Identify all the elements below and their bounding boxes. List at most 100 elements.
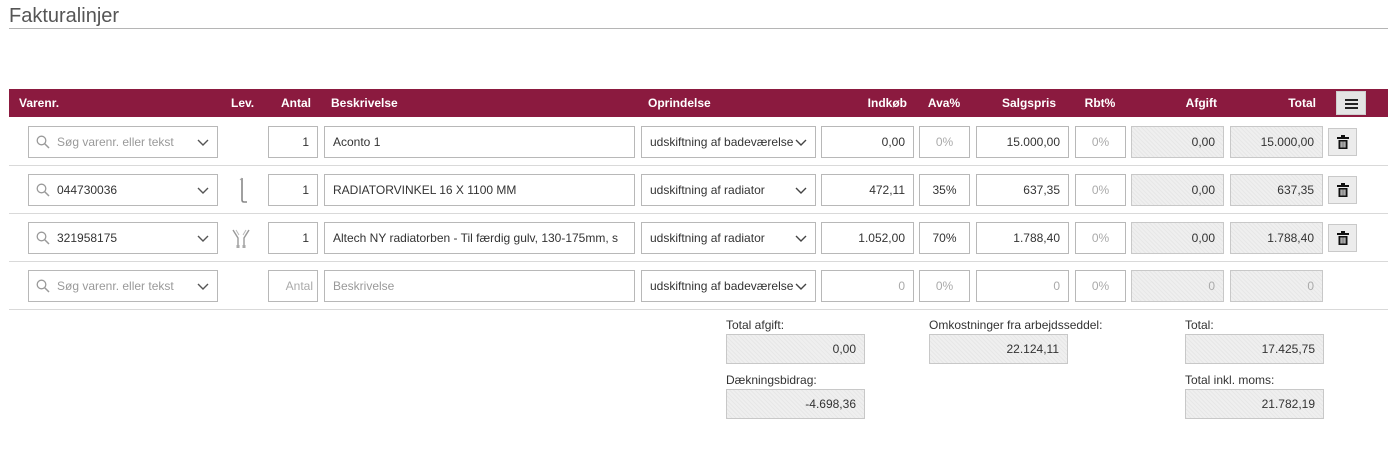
table-row: 044730036 1 RADIATORVINKEL 16 X 1100 MM …: [9, 166, 1388, 214]
trash-icon: [1337, 231, 1349, 245]
total-value: 1.788,40: [1230, 222, 1323, 254]
total-value: 637,35: [1230, 174, 1323, 206]
search-icon: [36, 135, 50, 149]
daekningsbidrag-value: -4.698,36: [726, 389, 865, 419]
radiator-bracket-image: [239, 177, 247, 203]
oprindelse-value: udskiftning af badeværelse: [650, 279, 794, 293]
trash-icon: [1337, 135, 1349, 149]
column-header-rbt[interactable]: Rbt%: [1075, 89, 1125, 117]
salgspris-input[interactable]: 637,35: [976, 174, 1069, 206]
indkob-input[interactable]: 0: [821, 270, 914, 302]
table-header: Varenr. Lev. Antal Beskrivelse Oprindels…: [9, 89, 1388, 117]
antal-input[interactable]: 1: [268, 126, 318, 158]
beskrivelse-input[interactable]: Beskrivelse: [324, 270, 635, 302]
column-header-salgspris[interactable]: Salgspris: [976, 89, 1056, 117]
hamburger-menu-icon[interactable]: [1336, 91, 1366, 115]
search-icon: [36, 231, 50, 245]
indkob-input[interactable]: 472,11: [821, 174, 914, 206]
indkob-input[interactable]: 1.052,00: [821, 222, 914, 254]
ava-input[interactable]: 35%: [919, 174, 970, 206]
column-header-antal[interactable]: Antal: [281, 89, 311, 117]
total-afgift-label: Total afgift:: [726, 318, 785, 332]
ava-input[interactable]: 0%: [919, 270, 970, 302]
total-afgift-value: 0,00: [726, 334, 865, 364]
chevron-down-icon: [795, 235, 807, 242]
afgift-value: 0,00: [1131, 174, 1224, 206]
new-line-row: Søg varenr. eller tekst Antal Beskrivels…: [9, 262, 1388, 310]
oprindelse-select[interactable]: udskiftning af badeværelse: [641, 126, 816, 158]
antal-input[interactable]: Antal: [268, 270, 318, 302]
chevron-down-icon: [795, 139, 807, 146]
rbt-input[interactable]: 0%: [1075, 222, 1126, 254]
varenr-search-input[interactable]: 321958175: [28, 222, 189, 254]
rbt-input[interactable]: 0%: [1075, 174, 1126, 206]
search-icon: [36, 279, 50, 293]
varenr-placeholder: Søg varenr. eller tekst: [57, 135, 174, 149]
varenr-dropdown-button[interactable]: [188, 270, 218, 302]
table-row: Søg varenr. eller tekst 1 Aconto 1 udski…: [9, 118, 1388, 166]
oprindelse-value: udskiftning af badeværelse: [650, 135, 794, 149]
column-header-indkob[interactable]: Indkøb: [821, 89, 907, 117]
chevron-down-icon: [197, 139, 209, 146]
delete-row-button[interactable]: [1328, 128, 1357, 156]
column-header-varenr[interactable]: Varenr.: [19, 89, 59, 117]
varenr-search-input[interactable]: Søg varenr. eller tekst: [28, 126, 189, 158]
varenr-dropdown-button[interactable]: [188, 126, 218, 158]
beskrivelse-input[interactable]: Altech NY radiatorben - Til færdig gulv,…: [324, 222, 635, 254]
antal-input[interactable]: 1: [268, 174, 318, 206]
column-header-total[interactable]: Total: [1230, 89, 1316, 117]
omkostninger-value: 22.124,11: [929, 334, 1068, 364]
varenr-value: 044730036: [57, 183, 118, 197]
omkostninger-label: Omkostninger fra arbejdsseddel:: [929, 318, 1103, 332]
varenr-search-input[interactable]: 044730036: [28, 174, 189, 206]
total-inkl-moms-label: Total inkl. moms:: [1185, 373, 1275, 387]
column-header-beskrivelse[interactable]: Beskrivelse: [331, 89, 398, 117]
column-header-afgift[interactable]: Afgift: [1131, 89, 1217, 117]
column-header-oprindelse[interactable]: Oprindelse: [648, 89, 711, 117]
oprindelse-select[interactable]: udskiftning af radiator: [641, 174, 816, 206]
indkob-input[interactable]: 0,00: [821, 126, 914, 158]
chevron-down-icon: [197, 235, 209, 242]
daekningsbidrag-label: Dækningsbidrag:: [726, 373, 817, 387]
oprindelse-select[interactable]: udskiftning af badeværelse: [641, 270, 816, 302]
title-divider: [9, 28, 1388, 29]
salgspris-input[interactable]: 1.788,40: [976, 222, 1069, 254]
column-header-lev[interactable]: Lev.: [231, 89, 254, 117]
varenr-dropdown-button[interactable]: [188, 222, 218, 254]
chevron-down-icon: [795, 187, 807, 194]
afgift-value: 0,00: [1131, 222, 1224, 254]
delete-row-button[interactable]: [1328, 176, 1357, 204]
total-value-summary: 17.425,75: [1185, 334, 1324, 364]
total-inkl-moms-value: 21.782,19: [1185, 389, 1324, 419]
beskrivelse-input[interactable]: Aconto 1: [324, 126, 635, 158]
total-value: 15.000,00: [1230, 126, 1323, 158]
chevron-down-icon: [795, 283, 807, 290]
varenr-placeholder: Søg varenr. eller tekst: [57, 279, 174, 293]
total-value: 0: [1230, 270, 1323, 302]
rbt-input[interactable]: 0%: [1075, 126, 1126, 158]
varenr-dropdown-button[interactable]: [188, 174, 218, 206]
salgspris-input[interactable]: 15.000,00: [976, 126, 1069, 158]
afgift-value: 0,00: [1131, 126, 1224, 158]
rbt-input[interactable]: 0%: [1075, 270, 1126, 302]
afgift-value: 0: [1131, 270, 1224, 302]
chevron-down-icon: [197, 283, 209, 290]
ava-input[interactable]: 70%: [919, 222, 970, 254]
salgspris-input[interactable]: 0: [976, 270, 1069, 302]
beskrivelse-input[interactable]: RADIATORVINKEL 16 X 1100 MM: [324, 174, 635, 206]
varenr-search-input[interactable]: Søg varenr. eller tekst: [28, 270, 189, 302]
oprindelse-value: udskiftning af radiator: [650, 183, 765, 197]
varenr-value: 321958175: [57, 231, 118, 245]
trash-icon: [1337, 183, 1349, 197]
table-row: 321958175 1 Altech NY radiatorben - Til …: [9, 214, 1388, 262]
delete-row-button[interactable]: [1328, 224, 1357, 252]
search-icon: [36, 183, 50, 197]
radiator-pipe-image: [232, 229, 250, 248]
ava-input[interactable]: 0%: [919, 126, 970, 158]
oprindelse-value: udskiftning af radiator: [650, 231, 765, 245]
column-header-ava[interactable]: Ava%: [919, 89, 969, 117]
antal-input[interactable]: 1: [268, 222, 318, 254]
page-title: Fakturalinjer: [9, 5, 120, 27]
total-label: Total:: [1185, 318, 1214, 332]
oprindelse-select[interactable]: udskiftning af radiator: [641, 222, 816, 254]
